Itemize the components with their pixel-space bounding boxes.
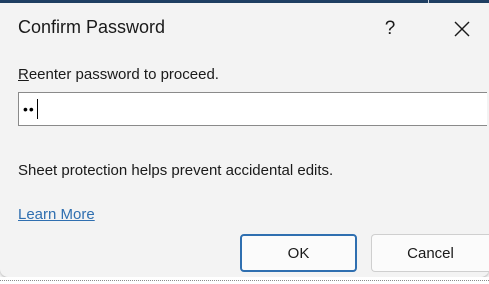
password-input[interactable]: •• <box>18 92 487 126</box>
access-key-letter: R <box>18 66 29 83</box>
close-icon <box>454 21 470 37</box>
password-prompt-label: Reenter password to proceed. <box>18 66 219 83</box>
info-text: Sheet protection helps prevent accidenta… <box>18 162 334 179</box>
confirm-password-dialog: Confirm Password ? Reenter password to p… <box>0 3 489 277</box>
help-button[interactable]: ? <box>368 11 412 47</box>
learn-more-link[interactable]: Learn More <box>18 206 95 223</box>
ok-button[interactable]: OK <box>240 234 357 272</box>
prompt-label-text: eenter password to proceed. <box>28 66 219 83</box>
dotted-border <box>0 280 489 284</box>
close-button[interactable] <box>440 11 484 47</box>
title-bar: Confirm Password ? <box>0 3 489 55</box>
password-mask: •• <box>23 101 35 117</box>
cancel-button[interactable]: Cancel <box>371 234 489 272</box>
screen: Confirm Password ? Reenter password to p… <box>0 0 489 284</box>
text-caret <box>36 99 38 119</box>
dialog-title: Confirm Password <box>18 17 166 37</box>
